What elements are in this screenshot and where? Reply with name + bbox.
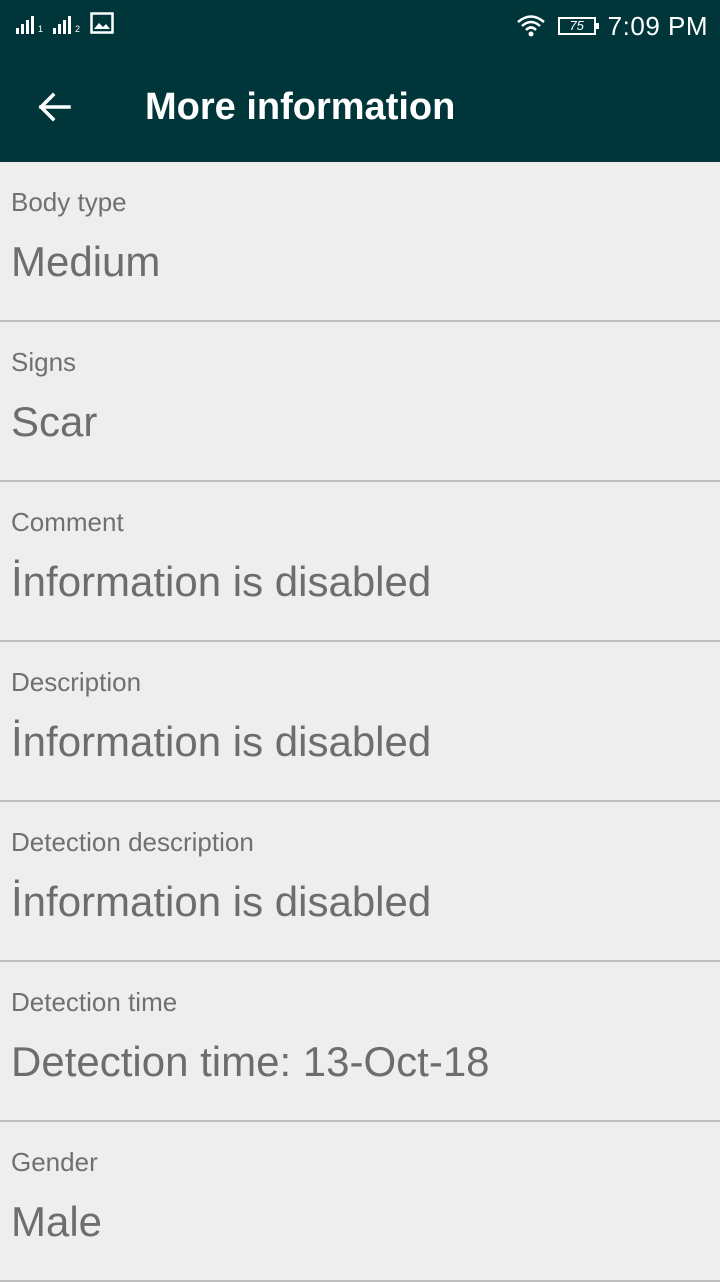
item-label: Signs: [11, 347, 77, 377]
item-value: Male: [11, 1198, 103, 1245]
back-arrow-icon: [38, 92, 71, 122]
status-bar-left: 1 2: [16, 12, 114, 34]
list-item-description: Description İnformation is disabled: [0, 642, 720, 802]
item-label: Gender: [11, 1147, 98, 1177]
item-label: Detection description: [11, 827, 254, 857]
item-value: Detection time: 13-Oct-18: [11, 1038, 490, 1085]
list-item-detection-time: Detection time Detection time: 13-Oct-18: [0, 962, 720, 1122]
list-item-gender: Gender Male: [0, 1122, 720, 1282]
status-bar: 1 2 75 7:09 PM: [0, 0, 720, 52]
info-list: Body type Medium Signs Scar Comment İnfo…: [0, 162, 720, 1282]
item-label: Comment: [11, 507, 124, 537]
signal-sim1-icon: 1: [16, 12, 43, 34]
status-clock: 7:09 PM: [607, 10, 708, 41]
page-title: More information: [145, 86, 456, 128]
image-icon: [90, 12, 114, 34]
battery-icon: 75: [557, 17, 599, 35]
item-value: İnformation is disabled: [11, 878, 432, 925]
battery-level: 75: [569, 18, 584, 33]
back-button[interactable]: [24, 79, 84, 135]
signal-sim2-icon: 2: [53, 12, 80, 34]
item-label: Body type: [11, 187, 127, 217]
app-toolbar: More information: [0, 52, 720, 162]
list-item-body-type: Body type Medium: [0, 162, 720, 322]
sim2-label: 2: [75, 24, 81, 34]
list-item-signs: Signs Scar: [0, 322, 720, 482]
item-label: Description: [11, 667, 142, 697]
item-value: İnformation is disabled: [11, 558, 432, 605]
list-item-detection-description: Detection description İnformation is dis…: [0, 802, 720, 962]
status-bar-right: 75 7:09 PM: [516, 6, 708, 46]
item-label: Detection time: [11, 987, 178, 1017]
item-value: Medium: [11, 238, 161, 285]
list-item-comment: Comment İnformation is disabled: [0, 482, 720, 642]
wifi-icon: [516, 15, 545, 37]
sim1-label: 1: [38, 24, 44, 34]
item-value: İnformation is disabled: [11, 718, 432, 765]
item-value: Scar: [11, 398, 98, 445]
